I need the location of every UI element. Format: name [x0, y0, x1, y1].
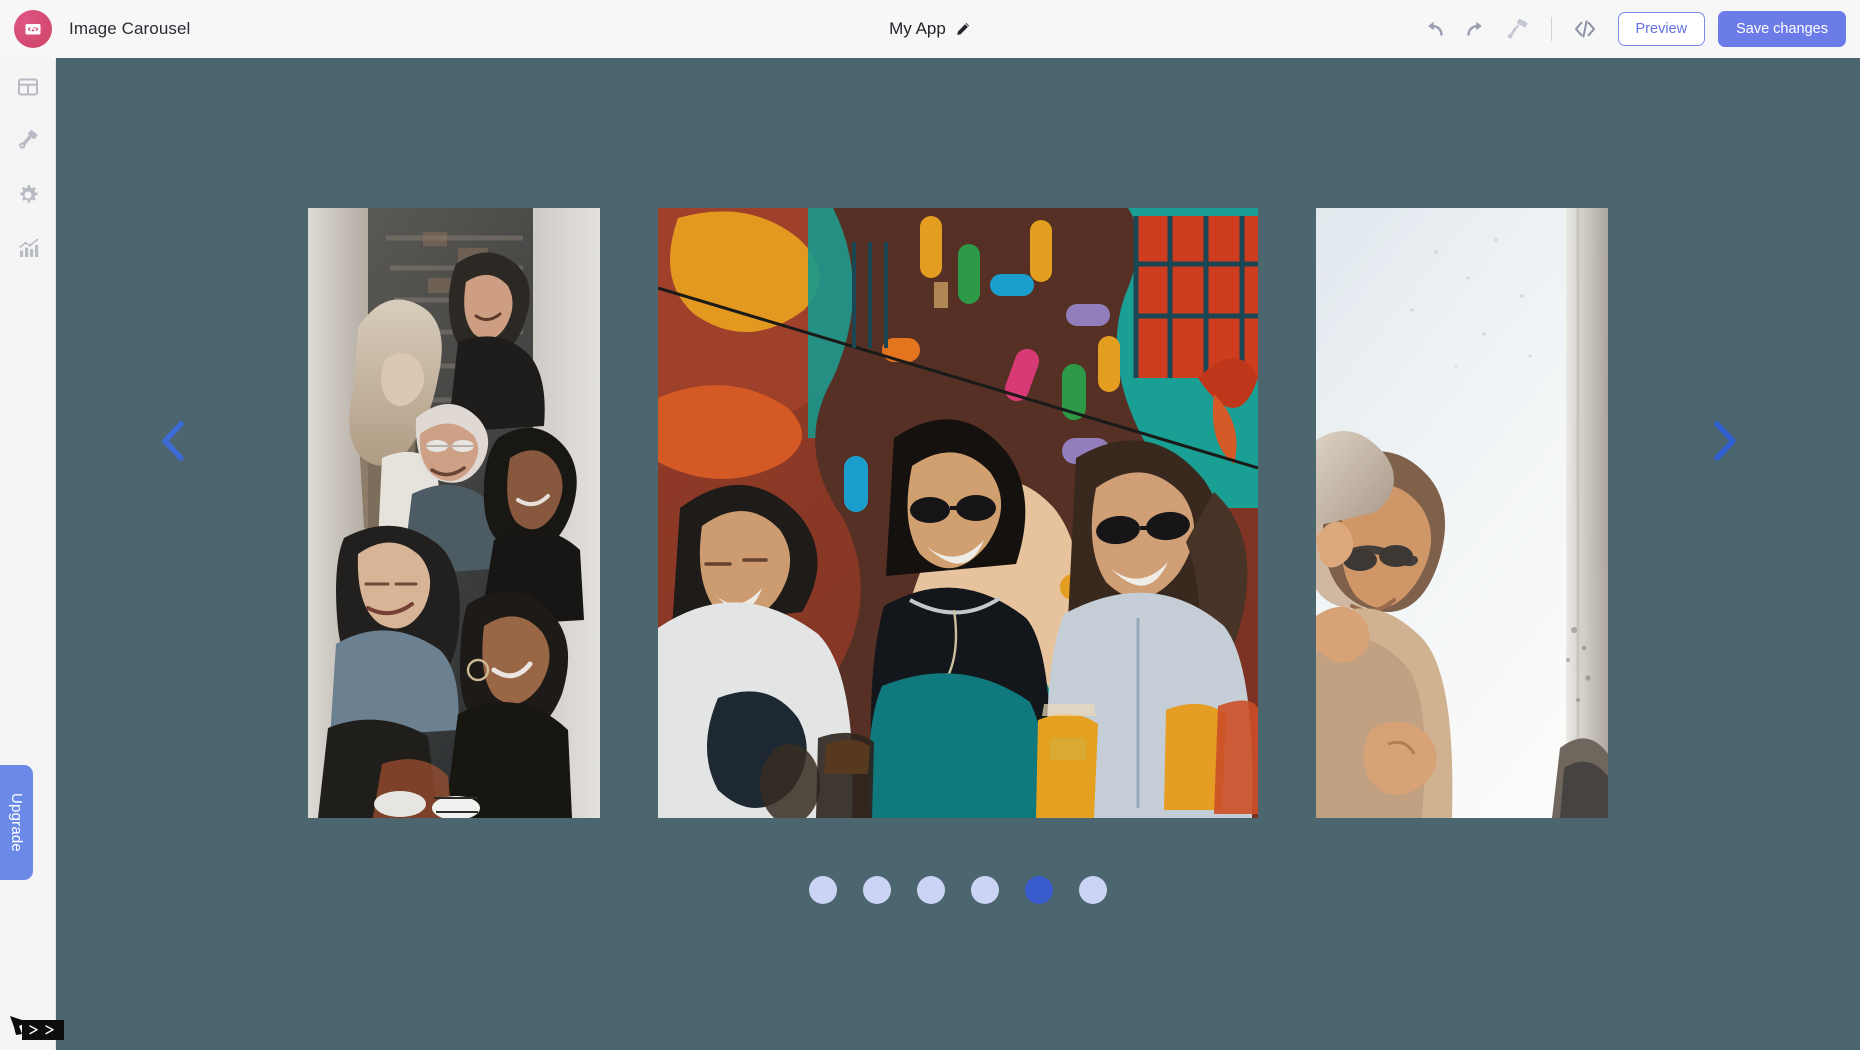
- redo-arrow-icon[interactable]: [1455, 9, 1497, 49]
- left-sidebar: Upgrade: [0, 58, 56, 1050]
- carousel-prev-button[interactable]: [147, 411, 201, 471]
- slide-left-image: [308, 208, 600, 818]
- carousel-dot[interactable]: [971, 876, 999, 904]
- preview-button[interactable]: Preview: [1618, 12, 1706, 47]
- paint-roller-icon[interactable]: [1497, 9, 1539, 49]
- cursor-badge-icon[interactable]: [8, 1012, 66, 1050]
- carousel-logo-icon: [14, 10, 52, 48]
- sidebar-item-settings[interactable]: [0, 168, 56, 222]
- brand: Image Carousel: [0, 10, 330, 48]
- carousel-dot[interactable]: [809, 876, 837, 904]
- carousel-dot[interactable]: [1079, 876, 1107, 904]
- top-actions: Preview Save changes: [1413, 0, 1846, 58]
- carousel-dot[interactable]: [917, 876, 945, 904]
- paint-brush-icon: [15, 128, 41, 154]
- image-carousel: [56, 58, 1860, 1050]
- pencil-icon[interactable]: [955, 21, 971, 37]
- editor-canvas: [56, 58, 1860, 1050]
- sidebar-icon-list: [0, 58, 55, 276]
- carousel-next-button[interactable]: [1697, 411, 1751, 471]
- brand-title: Image Carousel: [69, 19, 190, 39]
- code-brackets-icon[interactable]: [1564, 9, 1606, 49]
- carousel-slides: [56, 208, 1860, 818]
- gear-icon: [15, 182, 41, 208]
- toolbar-divider: [1551, 17, 1552, 41]
- slide-right-image: [1316, 208, 1608, 818]
- carousel-slide-right[interactable]: [1316, 208, 1608, 818]
- bar-chart-icon: [15, 236, 41, 262]
- upgrade-button[interactable]: Upgrade: [0, 765, 33, 880]
- undo-arrow-icon[interactable]: [1413, 9, 1455, 49]
- app-title: My App: [889, 19, 946, 39]
- sidebar-item-layout[interactable]: [0, 60, 56, 114]
- upgrade-label: Upgrade: [8, 793, 25, 852]
- carousel-slide-left[interactable]: [308, 208, 600, 818]
- carousel-slide-center[interactable]: [658, 208, 1258, 818]
- save-changes-button[interactable]: Save changes: [1718, 11, 1846, 48]
- sidebar-item-analytics[interactable]: [0, 222, 56, 276]
- chevron-right-icon: [1709, 420, 1739, 462]
- app-root: Image Carousel My App: [0, 0, 1860, 1050]
- carousel-dots: [56, 876, 1860, 904]
- grid-layout-icon: [15, 74, 41, 100]
- chevron-left-icon: [159, 420, 189, 462]
- top-bar: Image Carousel My App: [0, 0, 1860, 58]
- carousel-dot-active[interactable]: [1025, 876, 1053, 904]
- slide-center-image: [658, 208, 1258, 818]
- sidebar-item-theme[interactable]: [0, 114, 56, 168]
- carousel-dot[interactable]: [863, 876, 891, 904]
